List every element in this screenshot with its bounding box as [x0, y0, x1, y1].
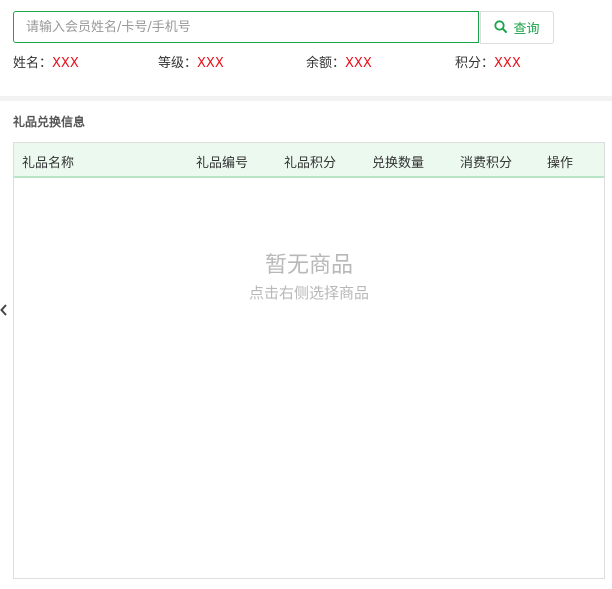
member-points-value: XXX — [494, 56, 521, 71]
chevron-left-icon[interactable] — [0, 302, 8, 318]
section-divider — [0, 96, 612, 101]
member-points-label: 积分： — [455, 56, 495, 71]
empty-state-title: 暂无商品 — [264, 253, 353, 278]
column-header-spent-points: 消费积分 — [460, 156, 513, 171]
gift-exchange-table: 礼品名称 礼品编号 礼品积分 兑换数量 消费积分 操作 暂无商品 点击右侧选择商… — [13, 142, 605, 579]
member-level-label: 等级： — [158, 56, 198, 71]
member-info-row: 姓名：XXX 等级：XXX 余额：XXX 积分：XXX — [13, 52, 603, 71]
member-points: 积分：XXX — [455, 52, 521, 71]
member-name-label: 姓名： — [13, 56, 53, 71]
column-header-gift-name: 礼品名称 — [22, 156, 75, 171]
search-icon — [494, 18, 508, 37]
column-header-gift-points: 礼品积分 — [284, 156, 337, 171]
member-balance-label: 余额： — [306, 56, 346, 71]
section-title: 礼品兑换信息 — [13, 115, 86, 129]
column-header-gift-code: 礼品编号 — [196, 156, 249, 171]
search-button-label: 查询 — [513, 22, 540, 37]
member-search-input[interactable] — [14, 12, 478, 42]
search-button[interactable]: 查询 — [480, 11, 554, 44]
table-header: 礼品名称 礼品编号 礼品积分 兑换数量 消费积分 操作 — [14, 143, 604, 178]
member-search-field[interactable] — [13, 11, 479, 43]
empty-state-subtitle: 点击右侧选择商品 — [248, 284, 369, 302]
column-header-actions: 操作 — [547, 156, 574, 171]
member-balance-value: XXX — [345, 56, 372, 71]
member-balance: 余额：XXX — [306, 52, 372, 71]
member-name-value: XXX — [52, 56, 79, 71]
member-level-value: XXX — [197, 56, 224, 71]
member-level: 等级：XXX — [158, 52, 224, 71]
column-header-quantity: 兑换数量 — [372, 156, 425, 171]
member-name: 姓名：XXX — [13, 52, 79, 71]
